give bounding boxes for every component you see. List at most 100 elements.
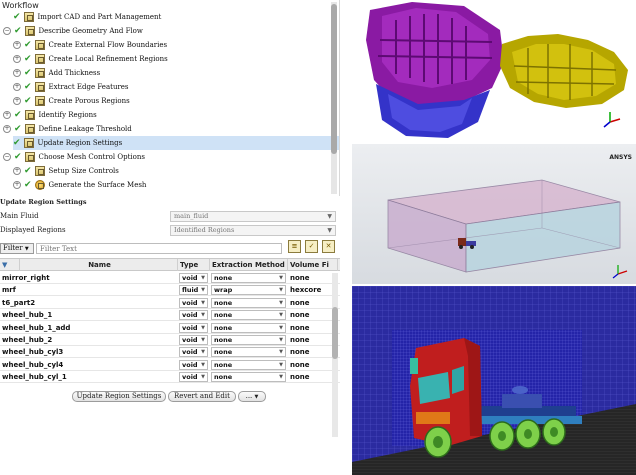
col-name[interactable]: Name — [20, 259, 178, 271]
table-row[interactable]: wheel_hub_cyl_1 void ▼ none ▼ none — [0, 371, 340, 384]
chevron-down-icon: ▼ — [279, 287, 283, 294]
tree-item-label: Add Thickness — [48, 69, 101, 77]
table-scrollbar[interactable] — [332, 273, 338, 437]
type-dropdown[interactable]: void ▼ — [179, 347, 208, 358]
tree-item-porous-regions[interactable]: + ✔ Create Porous Regions — [3, 94, 130, 108]
table-scrollbar-thumb[interactable] — [332, 307, 338, 359]
volume-fill-value[interactable]: none — [288, 346, 332, 358]
col-extraction-method[interactable]: Extraction Method — [210, 259, 288, 271]
check-icon: ✔ — [14, 26, 22, 36]
type-dropdown[interactable]: void ▼ — [179, 273, 208, 283]
extraction-method-dropdown[interactable]: none ▼ — [211, 273, 286, 283]
tree-item-external-flow-boundaries[interactable]: + ✔ Create External Flow Boundaries — [3, 38, 167, 52]
more-options-button[interactable]: ... ▼ — [238, 391, 266, 402]
volume-fill-value[interactable]: none — [288, 334, 332, 346]
type-dropdown[interactable]: void ▼ — [179, 335, 208, 345]
expand-icon[interactable]: + — [3, 125, 11, 133]
extraction-method-dropdown[interactable]: none ▼ — [211, 359, 286, 370]
volume-fill-value[interactable]: none — [288, 322, 332, 334]
chevron-down-icon: ▼ — [279, 374, 283, 381]
table-row[interactable]: wheel_hub_cyl3 void ▼ none ▼ none — [0, 346, 340, 359]
tree-item-import-cad[interactable]: ✔ Import CAD and Part Management — [13, 10, 161, 24]
filter-check-icon[interactable]: ✓ — [305, 240, 318, 253]
tree-item-update-region-settings[interactable]: ✔ Update Region Settings — [13, 136, 339, 150]
type-dropdown[interactable]: void ▼ — [179, 297, 208, 308]
tree-scrollbar-thumb[interactable] — [331, 4, 337, 154]
region-settings-panel: Update Region Settings Main Fluid main_f… — [0, 196, 340, 475]
expand-icon[interactable]: + — [13, 41, 21, 49]
volume-fill-value[interactable]: none — [288, 297, 332, 309]
displayed-regions-dropdown[interactable]: Identified Regions ▼ — [170, 225, 336, 236]
chevron-down-icon: ▼ — [279, 299, 283, 306]
expand-icon[interactable]: + — [13, 97, 21, 105]
tree-item-add-thickness[interactable]: + ✔ Add Thickness — [3, 66, 100, 80]
main-fluid-label: Main Fluid — [0, 212, 39, 220]
check-icon: ✔ — [24, 180, 32, 190]
volume-fill-value[interactable]: hexcore — [288, 284, 332, 296]
tree-item-extract-edge-features[interactable]: + ✔ Extract Edge Features — [3, 80, 129, 94]
main-fluid-dropdown[interactable]: main_fluid ▼ — [170, 211, 336, 222]
extraction-method-dropdown[interactable]: none ▼ — [211, 310, 286, 321]
check-icon: ✔ — [13, 138, 21, 148]
expand-icon[interactable]: + — [13, 69, 21, 77]
type-dropdown[interactable]: fluid ▼ — [179, 285, 208, 296]
tree-item-local-refinement[interactable]: + ✔ Create Local Refinement Regions — [3, 52, 168, 66]
volume-fill-value[interactable]: none — [288, 371, 332, 383]
type-dropdown-value: void — [182, 360, 198, 369]
expand-icon[interactable]: + — [13, 167, 21, 175]
chevron-down-icon: ▼ — [201, 275, 205, 281]
filter-dropdown[interactable]: Filter ▼ — [0, 243, 34, 254]
expand-icon[interactable]: + — [13, 83, 21, 91]
tree-item-identify-regions[interactable]: + ✔ Identify Regions — [3, 108, 97, 122]
col-volume-fill[interactable]: Volume Fi — [288, 259, 338, 271]
type-dropdown[interactable]: void ▼ — [179, 359, 208, 370]
viewport-engine[interactable] — [352, 0, 636, 142]
extraction-method-dropdown[interactable]: none ▼ — [211, 297, 286, 308]
tree-item-leakage-threshold[interactable]: + ✔ Define Leakage Threshold — [3, 122, 132, 136]
expand-icon[interactable]: + — [3, 111, 11, 119]
filter-input[interactable] — [36, 243, 282, 254]
chevron-down-icon: ▼ — [279, 337, 283, 343]
table-row[interactable]: wheel_hub_1 void ▼ none ▼ none — [0, 309, 340, 322]
region-name: t6_part2 — [2, 298, 36, 307]
type-dropdown[interactable]: void ▼ — [179, 372, 208, 383]
more-label: ... — [245, 392, 253, 400]
volume-fill-value[interactable]: none — [288, 272, 332, 284]
extraction-method-dropdown[interactable]: none ▼ — [211, 335, 286, 345]
update-region-settings-button[interactable]: Update Region Settings — [72, 391, 166, 402]
extraction-method-dropdown-value: wrap — [214, 286, 233, 295]
viewport-truck-mesh[interactable] — [352, 286, 636, 475]
extraction-method-dropdown[interactable]: none ▼ — [211, 322, 286, 333]
extraction-method-dropdown[interactable]: none ▼ — [211, 372, 286, 383]
revert-and-edit-button[interactable]: Revert and Edit — [168, 391, 236, 402]
tree-item-generate-surface-mesh[interactable]: + ✔ Generate the Surface Mesh — [3, 178, 146, 192]
table-row[interactable]: mirror_right void ▼ none ▼ none — [0, 272, 340, 284]
table-row[interactable]: mrf fluid ▼ wrap ▼ hexcore — [0, 284, 340, 297]
check-icon: ✔ — [14, 110, 22, 120]
table-row[interactable]: wheel_hub_1_add void ▼ none ▼ none — [0, 322, 340, 334]
chevron-down-icon: ▼ — [24, 246, 29, 252]
volume-fill-value[interactable]: none — [288, 309, 332, 321]
collapse-icon[interactable]: − — [3, 153, 11, 161]
extraction-method-dropdown[interactable]: none ▼ — [211, 347, 286, 358]
collapse-icon[interactable]: − — [3, 27, 11, 35]
extraction-method-dropdown[interactable]: wrap ▼ — [211, 285, 286, 296]
filter-clear-icon[interactable]: ✕ — [322, 240, 335, 253]
table-row[interactable]: t6_part2 void ▼ none ▼ none — [0, 297, 340, 309]
tree-item-setup-size-controls[interactable]: + ✔ Setup Size Controls — [3, 164, 119, 178]
col-type[interactable]: Type — [178, 259, 210, 271]
table-row[interactable]: wheel_hub_2 void ▼ none ▼ none — [0, 334, 340, 346]
filter-column-icon[interactable]: ▼ — [0, 259, 20, 271]
tree-scrollbar[interactable] — [331, 2, 337, 194]
tree-item-describe-geometry[interactable]: − ✔ Describe Geometry And Flow — [3, 24, 143, 38]
type-dropdown[interactable]: void ▼ — [179, 310, 208, 321]
filter-apply-icon[interactable]: ≡ — [288, 240, 301, 253]
tree-item-mesh-control-options[interactable]: − ✔ Choose Mesh Control Options — [3, 150, 145, 164]
table-row[interactable]: wheel_hub_cyl4 void ▼ none ▼ none — [0, 359, 340, 371]
volume-fill-value[interactable]: none — [288, 359, 332, 371]
type-dropdown[interactable]: void ▼ — [179, 322, 208, 333]
tree-item-label: Describe Geometry And Flow — [38, 27, 143, 35]
expand-icon[interactable]: + — [13, 55, 21, 63]
expand-icon[interactable]: + — [13, 181, 21, 189]
viewport-flow-domain[interactable]: ANSYS — [352, 144, 636, 284]
